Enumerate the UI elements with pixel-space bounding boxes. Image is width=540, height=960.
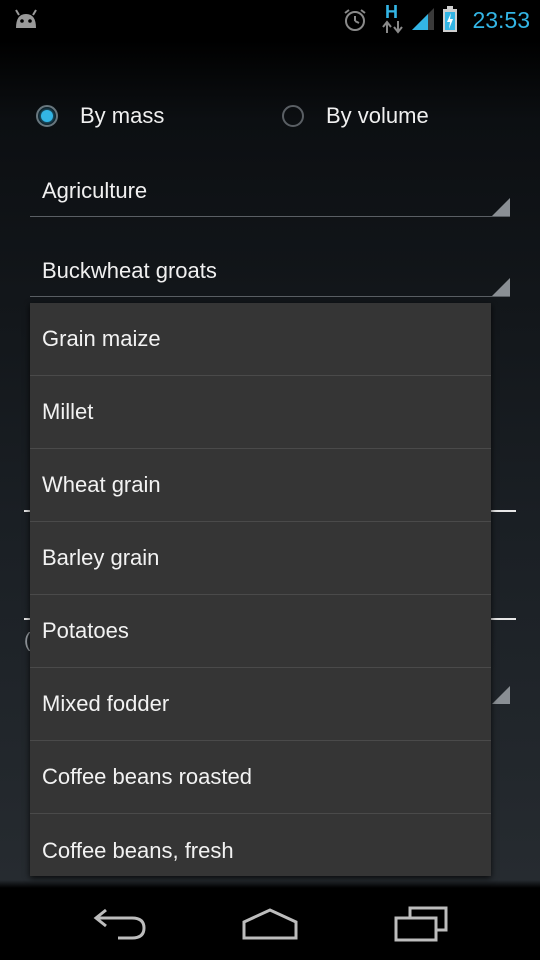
dropdown-item[interactable]: Coffee beans roasted (30, 741, 491, 814)
product-spinner-value: Buckwheat groats (42, 258, 217, 283)
status-time: 23:53 (472, 7, 530, 33)
spinner-arrow-icon (492, 198, 510, 216)
product-dropdown-list: Grain maize Millet Wheat grain Barley gr… (30, 303, 491, 876)
spinner-arrow-icon (492, 686, 510, 704)
radio-label-by-volume: By volume (326, 103, 429, 128)
radio-by-volume[interactable]: By volume (282, 96, 429, 136)
radio-label-by-mass: By mass (80, 103, 165, 128)
product-spinner[interactable]: Buckwheat groats (30, 252, 510, 297)
dropdown-item[interactable]: Grain maize (30, 303, 491, 376)
recent-apps-icon[interactable] (392, 906, 452, 947)
dropdown-item[interactable]: Mixed fodder (30, 668, 491, 741)
dropdown-item[interactable]: Coffee beans, fresh (30, 814, 491, 876)
back-icon[interactable] (92, 906, 148, 947)
radio-unchecked-icon (282, 105, 304, 127)
status-bar: H 23:53 (0, 0, 540, 40)
signal-icon (410, 6, 436, 37)
dropdown-item[interactable]: Wheat grain (30, 449, 491, 522)
category-spinner[interactable]: Agriculture (30, 172, 510, 217)
spinner-arrow-icon (492, 278, 510, 296)
input-underline-right (490, 510, 516, 512)
alarm-icon (342, 7, 368, 38)
input-underline-right (490, 618, 516, 620)
dropdown-item[interactable]: Potatoes (30, 595, 491, 668)
dropdown-item[interactable]: Millet (30, 376, 491, 449)
battery-charging-icon (442, 5, 458, 38)
app-screen: H 23:53 By mass By volume Agriculture Bu… (0, 0, 540, 960)
home-icon[interactable] (240, 906, 300, 947)
category-spinner-value: Agriculture (42, 178, 148, 203)
radio-checked-icon (36, 105, 58, 127)
navigation-bar (0, 888, 540, 960)
radio-by-mass[interactable]: By mass (36, 96, 164, 136)
data-arrows-icon (382, 20, 404, 39)
android-icon (12, 8, 40, 35)
dropdown-item[interactable]: Barley grain (30, 522, 491, 595)
